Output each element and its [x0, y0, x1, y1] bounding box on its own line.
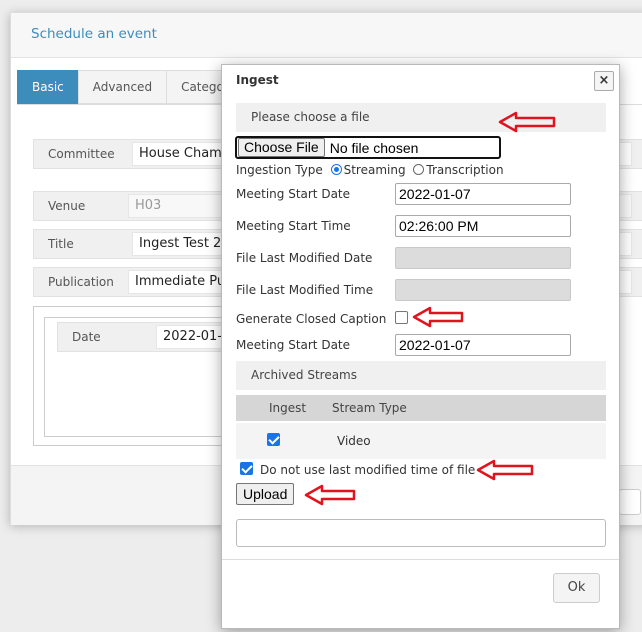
arrow-icon-closed-caption — [412, 306, 464, 328]
schedule-event-title: Schedule an event — [31, 26, 157, 42]
meeting-start-date-label: Meeting Start Date — [236, 187, 351, 201]
ingest-dialog-title: Ingest — [236, 73, 279, 87]
file-last-modified-date-input — [395, 247, 571, 269]
meeting-start-date2-input[interactable]: 2022-01-07 — [395, 334, 571, 356]
date-label: Date — [72, 330, 101, 344]
file-status: No file chosen — [329, 139, 419, 156]
file-last-modified-time-label: File Last Modified Time — [236, 283, 374, 297]
title-label: Title — [48, 237, 74, 251]
committee-label: Committee — [48, 147, 115, 161]
meeting-start-date-input[interactable]: 2022-01-07 — [395, 183, 571, 205]
closed-caption-checkbox[interactable] — [395, 311, 408, 324]
file-input[interactable]: Choose File No file chosen — [235, 136, 501, 159]
footer-button[interactable] — [619, 489, 641, 515]
ok-button[interactable]: Ok — [553, 573, 600, 603]
archived-streams-header: Archived Streams — [236, 361, 606, 390]
table-row: Video — [236, 423, 606, 459]
radio-transcription[interactable] — [413, 164, 425, 175]
ignore-modified-label: Do not use last modified time of file — [260, 463, 476, 477]
closed-caption-label: Generate Closed Caption — [236, 312, 387, 326]
radio-streaming[interactable] — [330, 164, 342, 175]
tab-advanced[interactable]: Advanced — [77, 70, 168, 104]
upload-status-box — [236, 519, 606, 547]
column-stream-type: Stream Type — [332, 401, 407, 415]
venue-label: Venue — [48, 199, 86, 213]
radio-streaming-label: Streaming — [343, 163, 406, 177]
ignore-modified-checkbox[interactable] — [240, 462, 253, 475]
streams-table-header: Ingest Stream Type — [236, 395, 606, 421]
meeting-start-time-label: Meeting Start Time — [236, 219, 351, 233]
ingestion-type-row: Ingestion Type Streaming Transcription — [236, 163, 504, 177]
file-last-modified-date-label: File Last Modified Date — [236, 251, 373, 265]
ingest-dialog-footer — [222, 559, 619, 560]
arrow-icon-ignore-modified — [476, 459, 534, 481]
publication-label: Publication — [48, 275, 114, 289]
ingest-dialog-header: Ingest × — [222, 65, 619, 98]
upload-button[interactable]: Upload — [236, 483, 295, 505]
column-ingest: Ingest — [269, 401, 307, 415]
radio-transcription-label: Transcription — [426, 163, 504, 177]
choose-file-header-text: Please choose a file — [251, 110, 370, 124]
tab-basic[interactable]: Basic — [17, 70, 79, 104]
stream-ingest-checkbox[interactable] — [267, 433, 280, 446]
ingestion-type-label: Ingestion Type — [236, 163, 323, 177]
file-last-modified-time-input — [395, 279, 571, 301]
ingest-dialog: Ingest × Please choose a file Choose Fil… — [221, 64, 620, 629]
arrow-icon-upload — [304, 484, 356, 506]
stream-type-value: Video — [337, 434, 371, 448]
meeting-start-date2-label: Meeting Start Date — [236, 338, 351, 352]
arrow-icon-choose-file — [498, 111, 556, 133]
meeting-start-time-input[interactable]: 02:26:00 PM — [395, 215, 571, 237]
choose-file-button[interactable]: Choose File — [238, 138, 325, 157]
close-button[interactable]: × — [594, 71, 614, 91]
archived-streams-title: Archived Streams — [251, 368, 358, 382]
